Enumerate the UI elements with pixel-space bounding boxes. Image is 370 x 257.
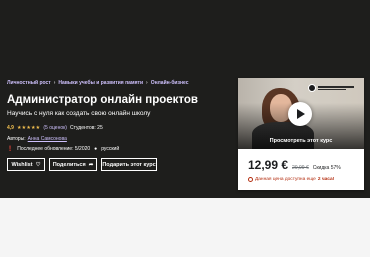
breadcrumb-item-personal-growth[interactable]: Личностный рост [7, 80, 51, 86]
star-rating-icon: ★★★★★ [16, 125, 41, 131]
authors-row: Авторы: Анна Самсонова [7, 136, 67, 142]
chevron-right-icon: › [146, 80, 148, 86]
course-language: русский [101, 146, 120, 152]
countdown-time: 2 часа! [317, 177, 335, 182]
heart-icon: ♡ [35, 161, 41, 168]
breadcrumb-item-study-skills[interactable]: Навыки учебы и развития памяти [58, 80, 143, 86]
alert-icon: ❗ [7, 146, 14, 152]
gift-course-button[interactable]: Подарить этот курс [101, 158, 157, 171]
price-countdown: Данная цена доступна еще 2 часа! [248, 177, 334, 182]
last-updated: Последнее обновление: 5/2020 [17, 146, 91, 152]
course-subtitle: Научись с нуля как создать свою онлайн ш… [7, 110, 151, 117]
chevron-right-icon: › [53, 80, 56, 86]
gift-course-label: Подарить этот курс [102, 161, 156, 168]
wishlist-label: Wishlist [11, 161, 33, 168]
breadcrumb-item-online-business[interactable]: Онлайн-бизнес [151, 80, 189, 86]
current-price: 12,99 € [248, 158, 289, 172]
price-row: 12,99 € 29,99 € Скидка 57% [248, 158, 341, 172]
author-link[interactable]: Анна Самсонова [28, 136, 67, 142]
rating-row: 4,9 ★★★★★ (5 оценок) Студентов: 25 [7, 125, 103, 131]
course-preview-video[interactable]: Просмотреть этот курс [238, 78, 364, 149]
globe-icon: ● [94, 146, 98, 152]
countdown-text: Данная цена доступна еще [255, 177, 316, 182]
preview-course-label[interactable]: Просмотреть этот курс [238, 138, 364, 144]
original-price: 29,99 € [292, 165, 309, 171]
share-arrow-icon: ➦ [88, 161, 94, 168]
students-count: Студентов: 25 [69, 125, 103, 131]
alarm-clock-icon [248, 177, 253, 182]
wishlist-button[interactable]: Wishlist ♡ [7, 158, 45, 171]
discount-badge: Скидка 57% [312, 165, 341, 171]
share-label: Поделиться [52, 161, 86, 168]
play-icon[interactable] [288, 102, 312, 126]
share-button[interactable]: Поделиться ➦ [49, 158, 97, 171]
course-title: Администратор онлайн проектов [7, 94, 198, 106]
purchase-card: Просмотреть этот курс 12,99 € 29,99 € Ск… [238, 78, 364, 190]
authors-label: Авторы: [7, 136, 26, 142]
breadcrumb: Личностный рост › Навыки учебы и развити… [7, 80, 189, 86]
action-buttons: Wishlist ♡ Поделиться ➦ Подарить этот ку… [7, 158, 157, 171]
rating-count-link[interactable]: (5 оценок) [43, 125, 67, 131]
rating-value: 4,9 [7, 125, 14, 131]
meta-row: ❗ Последнее обновление: 5/2020 ● русский [7, 146, 119, 152]
